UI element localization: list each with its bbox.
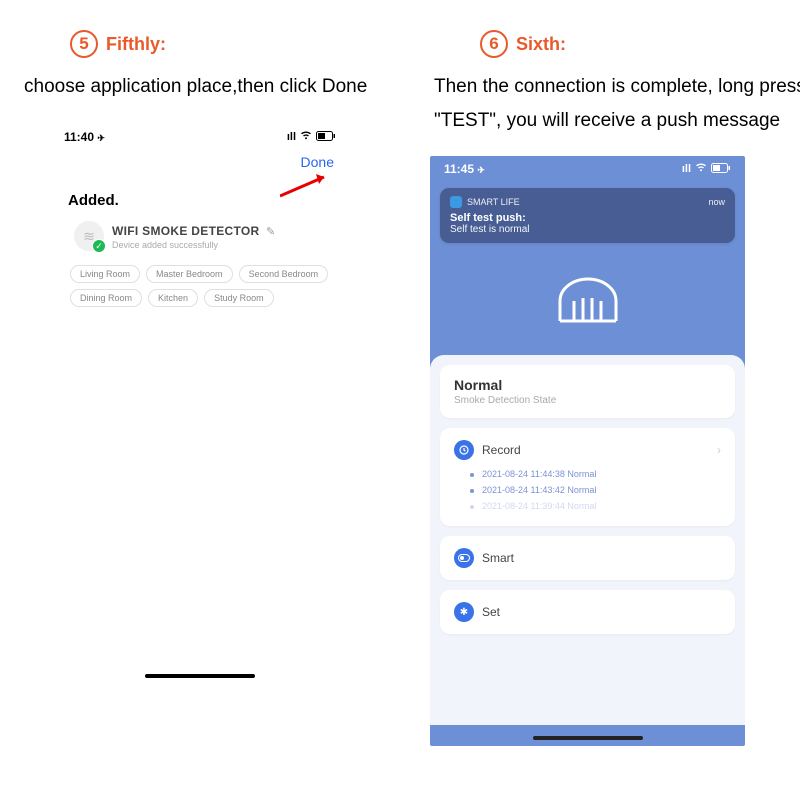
state-subtitle: Smoke Detection State [454,395,721,406]
notif-time: now [708,197,725,207]
room-chip[interactable]: Study Room [204,289,274,307]
chevron-right-icon: › [717,443,721,457]
wifi-icon [695,163,707,175]
device-row: ≋ ✓ WIFI SMOKE DETECTOR ✎ Device added s… [50,215,350,257]
status-time: 11:40 ✈ [64,130,105,144]
phone-screen-detector: 11:45 ✈ ıll SMART LIFE now Self test pus… [430,156,745,746]
push-notification[interactable]: SMART LIFE now Self test push: Self test… [440,188,735,243]
notif-body: Self test is normal [450,224,725,235]
notif-app-name: SMART LIFE [467,197,520,207]
added-heading: Added. [50,182,350,215]
detector-hero-icon [430,253,745,355]
wifi-icon [300,131,312,143]
clock-icon [454,440,474,460]
status-time: 11:45 ✈ [444,162,485,176]
room-chip[interactable]: Second Bedroom [239,265,329,283]
room-chip[interactable]: Living Room [70,265,140,283]
toggle-icon [454,548,474,568]
set-card[interactable]: ✱ Set [440,590,735,634]
smart-label: Smart [482,551,514,565]
home-indicator [145,674,255,678]
check-icon: ✓ [92,239,106,253]
step-5-label: Fifthly: [106,34,166,55]
device-name: WIFI SMOKE DETECTOR [112,224,259,238]
step-6-description: Then the connection is complete, long pr… [434,70,800,138]
home-indicator [533,736,643,740]
done-button[interactable]: Done [301,154,334,170]
gear-icon: ✱ [454,602,474,622]
device-icon: ≋ ✓ [74,221,104,251]
room-chip[interactable]: Master Bedroom [146,265,233,283]
edit-icon[interactable]: ✎ [266,226,275,238]
battery-icon [711,163,731,176]
record-list: 2021-08-24 11:44:38 Normal 2021-08-24 11… [454,466,721,514]
smart-card[interactable]: Smart [440,536,735,580]
notif-title: Self test push: [450,212,725,224]
room-chip[interactable]: Dining Room [70,289,142,307]
room-chip-group: Living Room Master Bedroom Second Bedroo… [50,257,350,315]
battery-icon [316,131,336,144]
record-item: 2021-08-24 11:44:38 Normal [454,466,721,482]
record-item: 2021-08-24 11:43:42 Normal [454,482,721,498]
phone-screen-added: 11:40 ✈ ıll Done Added. ≋ ✓ [50,124,350,684]
content-sheet: Normal Smoke Detection State Record › 20… [430,355,745,725]
status-icons: ıll [287,131,336,144]
step-5-badge: 5 [70,30,98,58]
device-subtext: Device added successfully [112,240,275,250]
status-bar: 11:45 ✈ ıll [430,156,745,182]
status-icons: ıll [682,163,731,176]
step-5-description: choose application place,then click Done [24,70,400,104]
cellular-icon: ıll [287,131,296,143]
state-title: Normal [454,377,721,393]
room-chip[interactable]: Kitchen [148,289,198,307]
record-card[interactable]: Record › 2021-08-24 11:44:38 Normal 2021… [440,428,735,526]
cellular-icon: ıll [682,163,691,175]
step-6-label: Sixth: [516,34,566,55]
step-6-badge: 6 [480,30,508,58]
state-card: Normal Smoke Detection State [440,365,735,418]
set-label: Set [482,605,500,619]
record-label: Record [482,443,521,457]
notif-app-icon [450,196,462,208]
record-item: 2021-08-24 11:39:44 Normal [454,498,721,514]
status-bar: 11:40 ✈ ıll [50,124,350,150]
